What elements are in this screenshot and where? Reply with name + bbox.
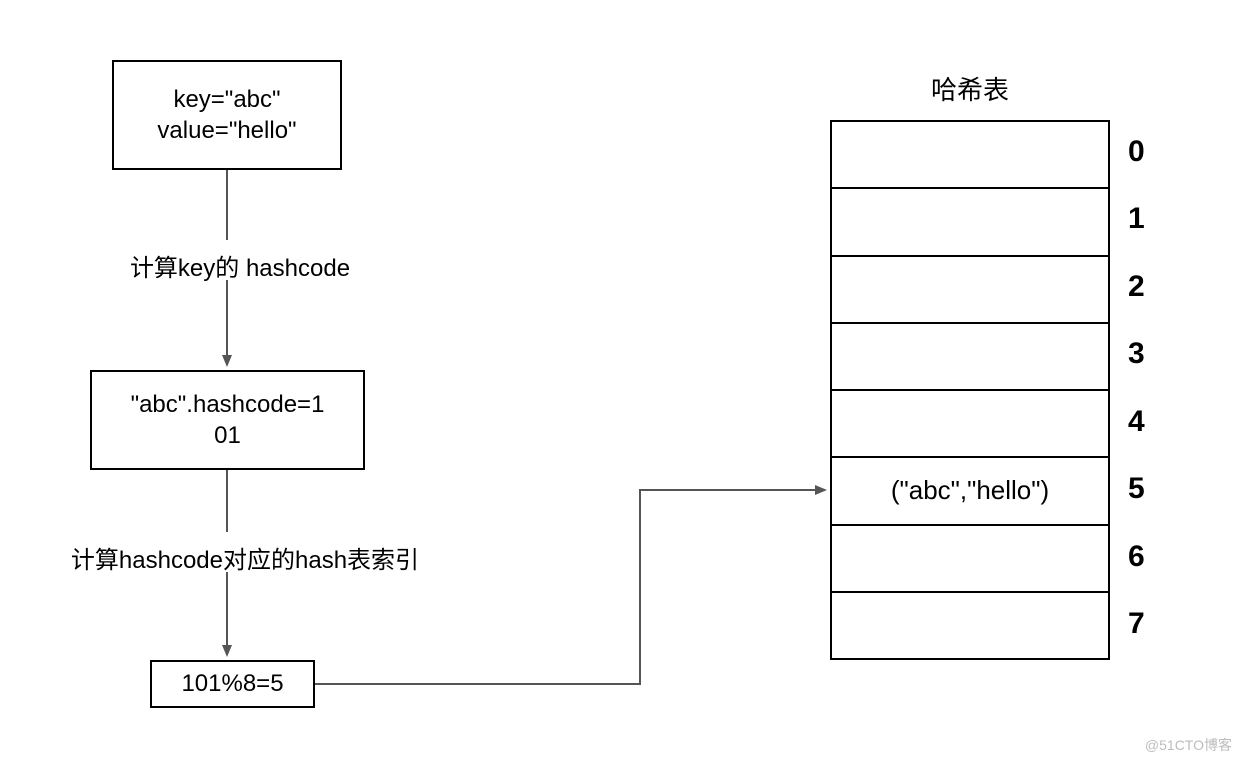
table-row: ("abc","hello")	[832, 458, 1108, 525]
table-row	[832, 324, 1108, 391]
hash-table-title: 哈希表	[830, 70, 1110, 107]
edge-label-hashcode: 计算key的 hashcode	[80, 248, 400, 283]
table-index: 5	[1128, 472, 1145, 506]
flow-box-hashcode: "abc".hashcode=1 01	[90, 370, 365, 470]
table-row	[832, 391, 1108, 458]
flow-box-input: key="abc" value="hello"	[112, 60, 342, 170]
flow-box-hashcode-line1: "abc".hashcode=1	[131, 389, 325, 420]
flow-box-result: 101%8=5	[150, 660, 315, 708]
table-index: 2	[1128, 270, 1145, 304]
table-index: 0	[1128, 135, 1145, 169]
table-index: 3	[1128, 337, 1145, 371]
watermark: @51CTO博客	[1145, 735, 1232, 755]
flow-box-input-line2: value="hello"	[157, 115, 296, 146]
table-index: 7	[1128, 607, 1145, 641]
table-row	[832, 122, 1108, 189]
table-index: 6	[1128, 540, 1145, 574]
table-row	[832, 189, 1108, 256]
table-index: 1	[1128, 202, 1145, 236]
table-index: 4	[1128, 405, 1145, 439]
edge-label-index: 计算hashcode对应的hash表索引	[35, 540, 455, 575]
arrow-3	[315, 490, 825, 684]
table-row	[832, 593, 1108, 658]
table-row	[832, 526, 1108, 593]
flow-box-result-text: 101%8=5	[181, 668, 283, 699]
flow-box-hashcode-line2: 01	[214, 420, 241, 451]
hash-table: ("abc","hello")	[830, 120, 1110, 660]
table-row	[832, 257, 1108, 324]
flow-box-input-line1: key="abc"	[173, 84, 280, 115]
